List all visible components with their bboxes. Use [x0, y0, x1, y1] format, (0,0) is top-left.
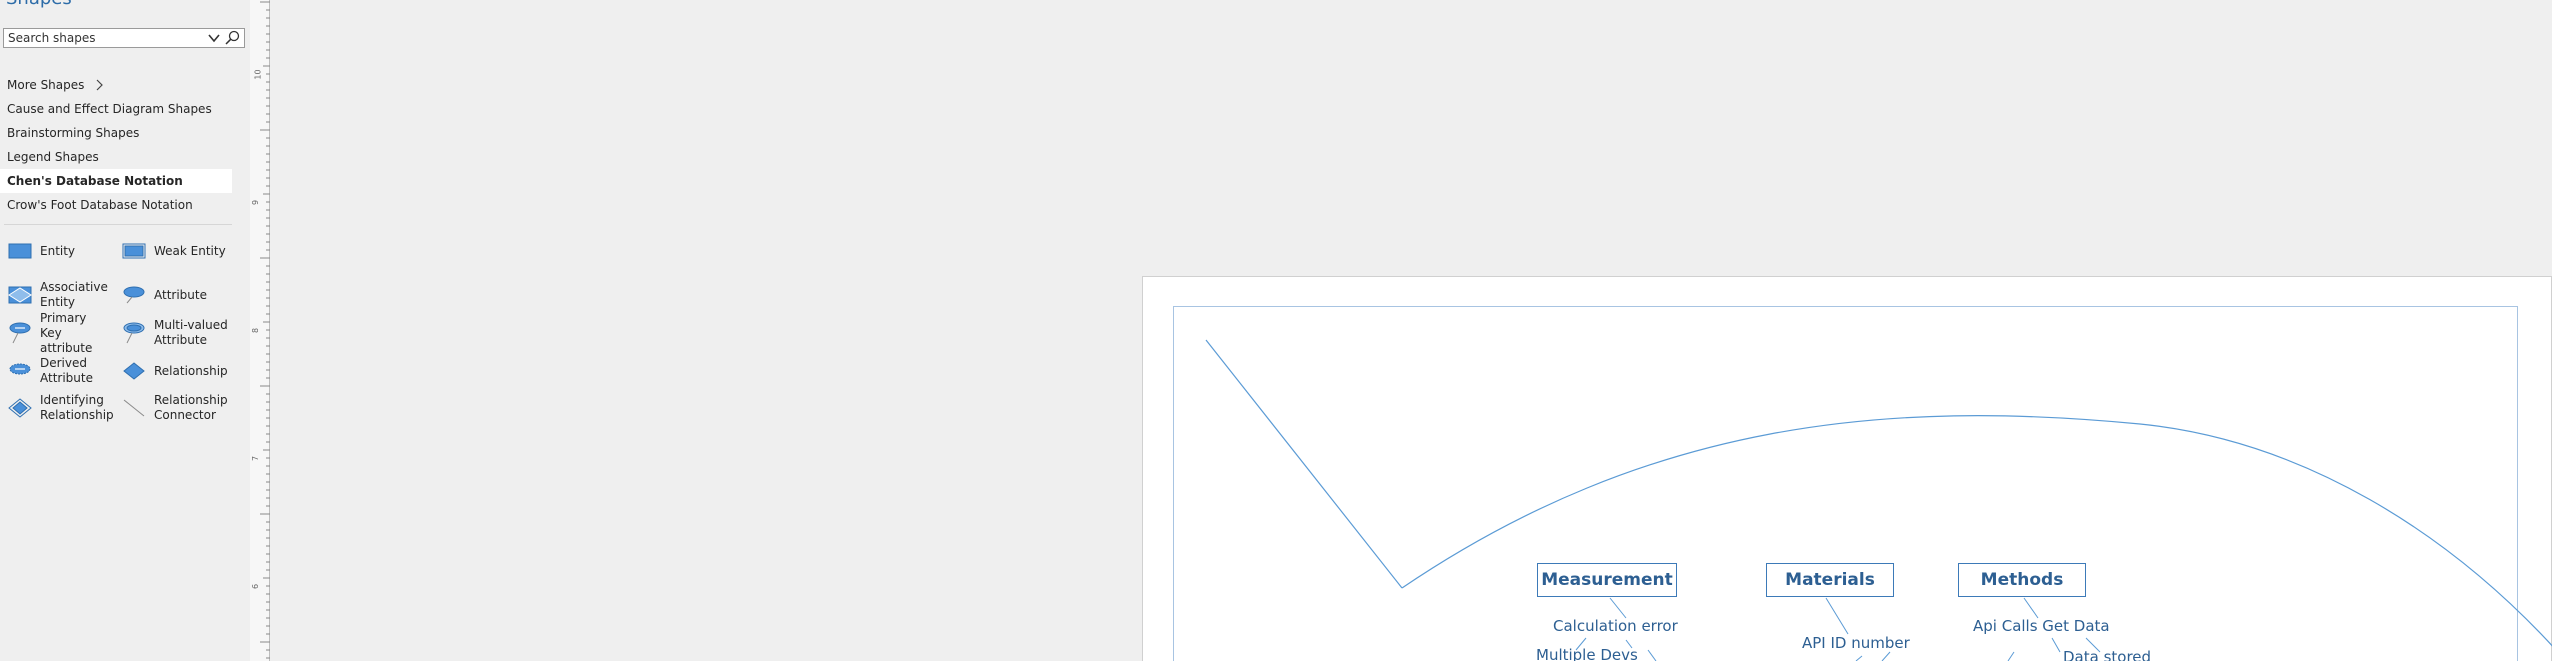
- more-shapes-label: More Shapes: [7, 78, 85, 92]
- attribute-ellipse-icon: [123, 286, 145, 304]
- ruler-label: 7: [251, 455, 261, 462]
- cause-multiple-devs[interactable]: Multiple Devs: [1536, 646, 1638, 661]
- more-shapes-button[interactable]: More Shapes: [0, 73, 232, 97]
- identifying-relationship-icon: [8, 398, 32, 418]
- fishbone-left-line[interactable]: [1205, 339, 1403, 589]
- entity-rect-icon: [8, 243, 32, 259]
- search-icon[interactable]: [224, 30, 242, 46]
- connector-methods[interactable]: [2023, 597, 2039, 619]
- shape-derived-attribute[interactable]: Derived Attribute: [8, 356, 110, 386]
- shape-label: Primary Key attribute: [40, 310, 93, 355]
- category-materials[interactable]: Materials: [1766, 563, 1894, 597]
- shape-multivalued-attribute[interactable]: Multi-valued Attribute: [122, 318, 234, 348]
- diagram-lines: [1205, 339, 2552, 661]
- vertical-ruler: 10 9 8 7 6: [250, 0, 270, 661]
- cause-api-calls-get-data[interactable]: Api Calls Get Data: [1973, 617, 2110, 635]
- associative-entity-icon: [8, 286, 32, 304]
- shape-label: Relationship: [154, 363, 228, 378]
- shape-identifying-relationship[interactable]: Identifying Relationship: [8, 393, 120, 423]
- cause-api-id-number[interactable]: API ID number: [1802, 634, 1910, 652]
- chevron-down-icon[interactable]: [206, 30, 222, 46]
- connector-measurement[interactable]: [1609, 597, 1627, 619]
- shape-label: Associative Entity: [40, 280, 108, 309]
- panel-title: Shapes: [6, 0, 72, 9]
- search-input[interactable]: [4, 29, 212, 47]
- relationship-diamond-icon: [123, 362, 145, 380]
- connector-cause[interactable]: [1855, 655, 1863, 661]
- library-brainstorming[interactable]: Brainstorming Shapes: [0, 121, 232, 145]
- ruler-label: 10: [253, 69, 263, 80]
- category-measurement[interactable]: Measurement: [1537, 563, 1677, 597]
- shape-weak-entity[interactable]: Weak Entity: [122, 236, 226, 266]
- shape-relationship[interactable]: Relationship: [122, 356, 228, 386]
- shapes-panel: Shapes More Shapes Cause and Effect Diag…: [0, 0, 250, 661]
- chevron-right-icon: [96, 79, 104, 91]
- library-chens-database[interactable]: Chen's Database Notation: [0, 169, 232, 193]
- app-window: Shapes More Shapes Cause and Effect Diag…: [0, 0, 2552, 661]
- connector-materials[interactable]: [1825, 597, 1849, 635]
- shape-attribute[interactable]: Attribute: [122, 280, 207, 310]
- library-legend[interactable]: Legend Shapes: [0, 145, 232, 169]
- library-crows-foot[interactable]: Crow's Foot Database Notation: [0, 193, 232, 217]
- multivalued-attribute-icon: [123, 322, 145, 344]
- derived-attribute-icon: [9, 363, 31, 375]
- cause-calculation-error[interactable]: Calculation error: [1553, 617, 1678, 635]
- connector-cause[interactable]: [2051, 637, 2061, 653]
- shape-label: Weak Entity: [154, 243, 226, 258]
- cause-data-stored[interactable]: Data stored: [2063, 648, 2151, 661]
- category-methods[interactable]: Methods: [1958, 563, 2086, 597]
- shape-primary-key[interactable]: Primary Key attribute: [8, 311, 110, 355]
- connector-cause[interactable]: [2007, 651, 2015, 661]
- library-list: More Shapes Cause and Effect Diagram Sha…: [0, 73, 232, 217]
- shape-label: Attribute: [154, 287, 207, 302]
- shape-label: Relationship Connector: [154, 393, 228, 422]
- shape-label: Identifying Relationship: [40, 393, 114, 422]
- library-cause-effect[interactable]: Cause and Effect Diagram Shapes: [0, 97, 232, 121]
- connector-cause[interactable]: [1647, 649, 1657, 661]
- ruler-label: 9: [251, 199, 261, 206]
- search-box[interactable]: [3, 28, 245, 48]
- shape-label: Derived Attribute: [40, 356, 93, 385]
- panel-divider: [4, 224, 232, 225]
- ruler-label: 6: [251, 583, 261, 590]
- shape-label: Multi-valued Attribute: [154, 318, 228, 347]
- shape-relationship-connector[interactable]: Relationship Connector: [122, 393, 234, 423]
- primary-key-icon: [9, 322, 31, 344]
- connector-cause[interactable]: [1881, 651, 1891, 661]
- weak-entity-icon: [122, 243, 146, 259]
- shape-entity[interactable]: Entity: [8, 236, 75, 266]
- shape-label: Entity: [40, 243, 76, 258]
- ruler-label: 8: [251, 327, 261, 334]
- shape-associative-entity[interactable]: Associative Entity: [8, 280, 110, 310]
- connector-line-icon: [123, 399, 145, 417]
